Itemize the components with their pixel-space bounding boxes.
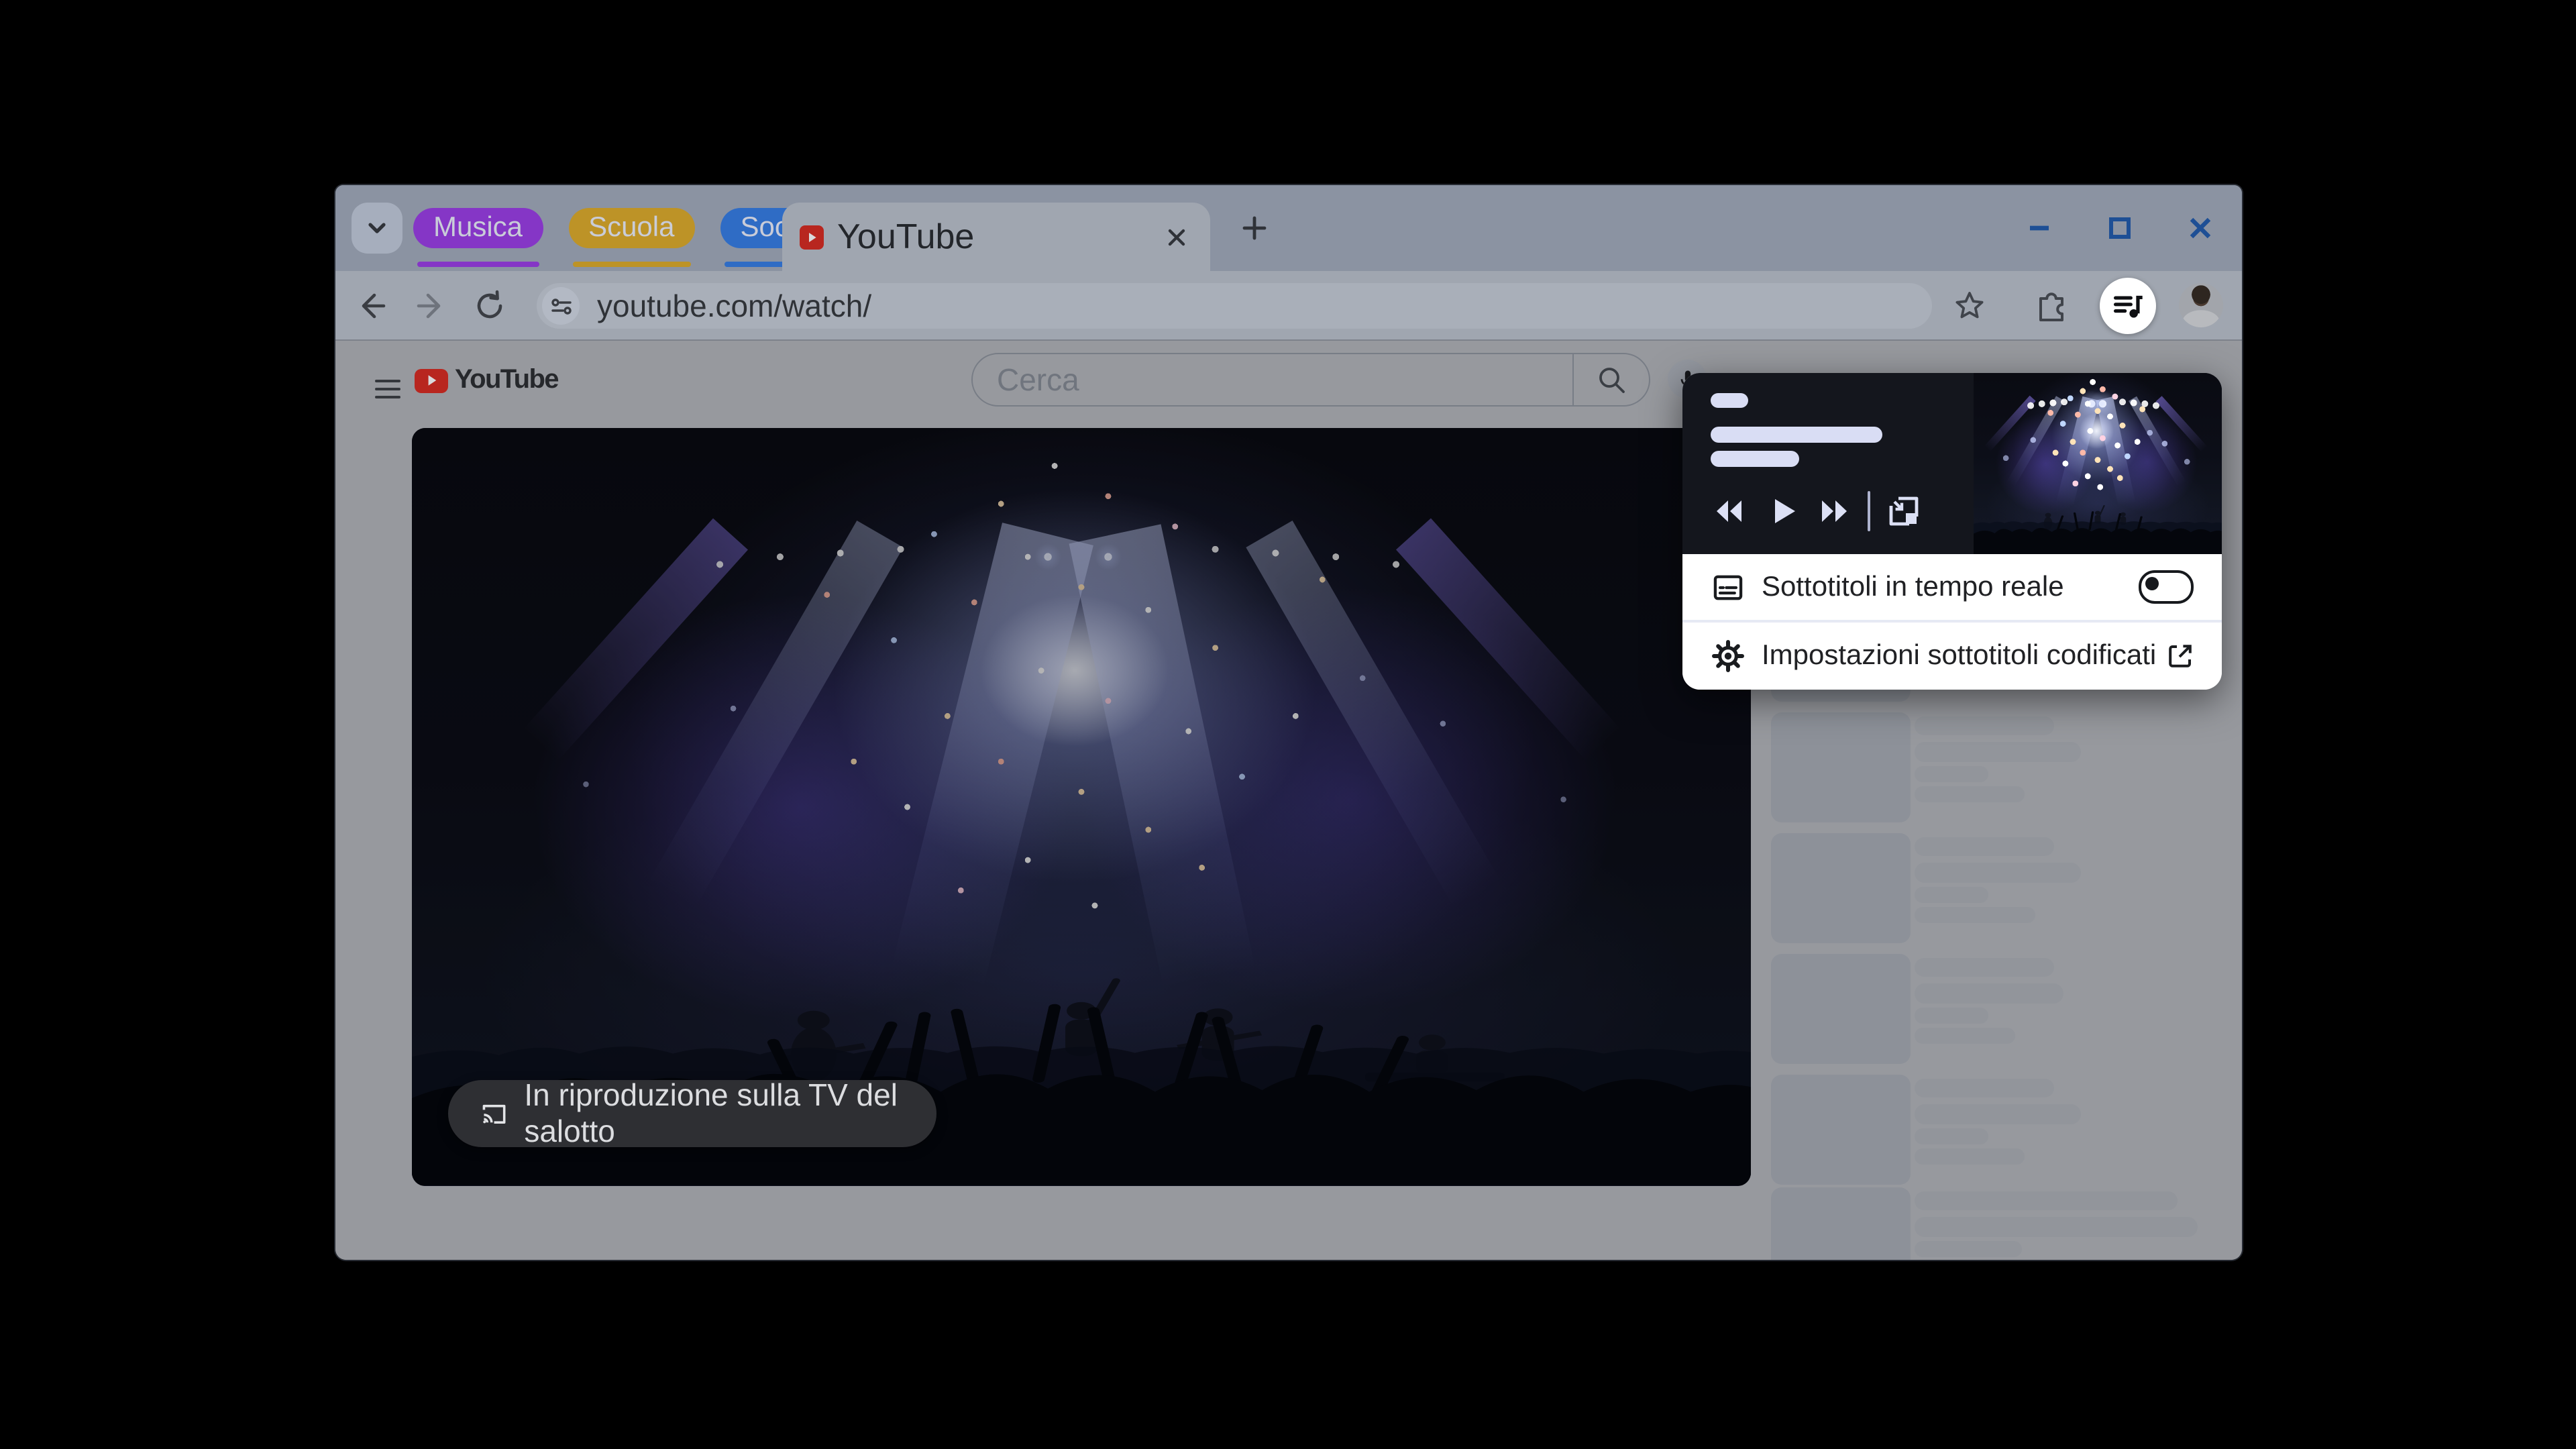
search-input[interactable]	[994, 353, 1572, 407]
back-button[interactable]	[346, 280, 397, 331]
thumbnail-placeholder	[1771, 1187, 1911, 1260]
maximize-button[interactable]	[2097, 205, 2143, 251]
close-window-button[interactable]	[2178, 205, 2223, 251]
youtube-play-badge	[415, 368, 448, 392]
extensions-puzzle-icon	[2039, 292, 2063, 321]
site-settings-button[interactable]	[542, 287, 580, 325]
plus-icon	[1242, 216, 1267, 240]
captions-icon	[1711, 570, 1746, 604]
minimize-button[interactable]	[2017, 205, 2062, 251]
youtube-logo[interactable]: YouTube	[415, 365, 559, 396]
star-icon	[1955, 292, 1984, 319]
previous-track-button[interactable]	[1711, 492, 1748, 530]
url-text: youtube.com/watch/	[597, 288, 872, 323]
thumbnail-placeholder	[1771, 1075, 1911, 1185]
close-icon	[2190, 217, 2211, 239]
tab-group-musica: Musica	[413, 208, 543, 267]
maximize-icon	[2109, 217, 2131, 239]
screen: Musica Scuola Social YouTube youtube.com…	[0, 0, 2576, 1449]
window-controls	[2017, 185, 2223, 271]
forward-button[interactable]	[405, 280, 456, 331]
tab-title: YouTube	[837, 216, 975, 256]
next-track-button[interactable]	[1817, 492, 1854, 530]
rewind-icon	[1717, 500, 1741, 522]
tab-group-underline-scuola	[572, 262, 691, 267]
tab-strip: Musica Scuola Social YouTube	[335, 185, 2242, 271]
live-captions-toggle[interactable]	[2139, 570, 2194, 604]
external-link-icon	[2164, 640, 2196, 672]
play-icon	[428, 375, 437, 386]
related-video-skeleton	[1771, 1187, 2227, 1260]
forward-arrow-icon	[417, 293, 441, 319]
tab-close-button[interactable]	[1162, 222, 1191, 252]
thumbnail-placeholder	[1771, 712, 1911, 822]
related-video-skeleton	[1771, 1075, 2227, 1195]
youtube-favicon	[800, 225, 824, 249]
picture-in-picture-icon	[1889, 496, 1919, 526]
chevron-down-icon	[368, 223, 386, 233]
tune-icon	[551, 298, 571, 314]
caption-settings-label: Impostazioni sottotitoli codificati	[1762, 640, 2157, 671]
related-video-skeleton	[1771, 712, 2227, 833]
cast-icon	[482, 1104, 506, 1124]
cast-toast-text: In riproduzione sulla TV del salotto	[524, 1077, 898, 1148]
caption-settings-row[interactable]: Impostazioni sottotitoli codificati	[1682, 623, 2222, 690]
controls-divider	[1868, 491, 1870, 531]
thumbnail-placeholder	[1771, 833, 1911, 943]
tab-group-chip-musica[interactable]: Musica	[413, 208, 543, 248]
queue-music-icon	[2113, 295, 2143, 318]
media-album-art	[1974, 373, 2222, 554]
address-bar[interactable]: youtube.com/watch/	[537, 283, 1932, 329]
tab-group-chip-scuola[interactable]: Scuola	[568, 208, 695, 248]
gear-icon	[1711, 639, 1746, 674]
bookmark-button[interactable]	[1944, 280, 1995, 331]
concert-video-frame	[412, 428, 1751, 1186]
thumbnail-placeholder	[1771, 954, 1911, 1064]
media-controls-button[interactable]	[2100, 278, 2156, 334]
video-player[interactable]: In riproduzione sulla TV del salotto	[412, 428, 1751, 1186]
tab-youtube[interactable]: YouTube	[782, 203, 1210, 271]
browser-window: Musica Scuola Social YouTube youtube.com…	[335, 185, 2242, 1260]
cast-toast: In riproduzione sulla TV del salotto	[448, 1077, 936, 1148]
back-arrow-icon	[362, 293, 386, 319]
new-tab-button[interactable]	[1232, 205, 1277, 251]
live-captions-row[interactable]: Sottotitoli in tempo reale	[1682, 554, 2222, 620]
profile-avatar[interactable]	[2179, 283, 2223, 327]
search-icon	[1599, 368, 1625, 393]
reload-button[interactable]	[464, 280, 515, 331]
search-button[interactable]	[1572, 354, 1649, 405]
play-button[interactable]	[1766, 492, 1803, 530]
browser-toolbar: youtube.com/watch/	[335, 271, 2242, 341]
picture-in-picture-button[interactable]	[1884, 492, 1924, 530]
youtube-wordmark: YouTube	[455, 365, 559, 394]
minimize-icon	[2030, 225, 2049, 231]
page-dim-overlay	[412, 428, 1751, 1186]
search-bar	[971, 353, 1650, 407]
media-text-placeholder	[1711, 427, 1882, 443]
reload-icon	[477, 290, 502, 319]
play-icon	[1775, 499, 1795, 523]
media-controls-popup: Sottotitoli in tempo reale Impostazioni …	[1682, 373, 2222, 690]
related-video-skeleton	[1771, 833, 2227, 954]
hamburger-menu-icon	[375, 380, 400, 398]
related-video-skeleton	[1771, 954, 2227, 1075]
guide-menu-button[interactable]	[362, 364, 413, 415]
tab-group-scuola: Scuola	[568, 208, 695, 267]
media-title-placeholder	[1711, 393, 1748, 408]
play-icon	[809, 232, 816, 241]
close-icon	[1168, 228, 1185, 246]
tab-group-underline-musica	[417, 262, 539, 267]
fast-forward-icon	[1822, 500, 1847, 522]
tab-groups: Musica Scuola Social	[413, 208, 837, 267]
extensions-button[interactable]	[2026, 280, 2077, 331]
media-popup-player	[1682, 373, 2222, 554]
live-captions-label: Sottotitoli in tempo reale	[1762, 571, 2064, 602]
media-text-placeholder	[1711, 451, 1799, 467]
tab-search-button[interactable]	[352, 203, 402, 254]
